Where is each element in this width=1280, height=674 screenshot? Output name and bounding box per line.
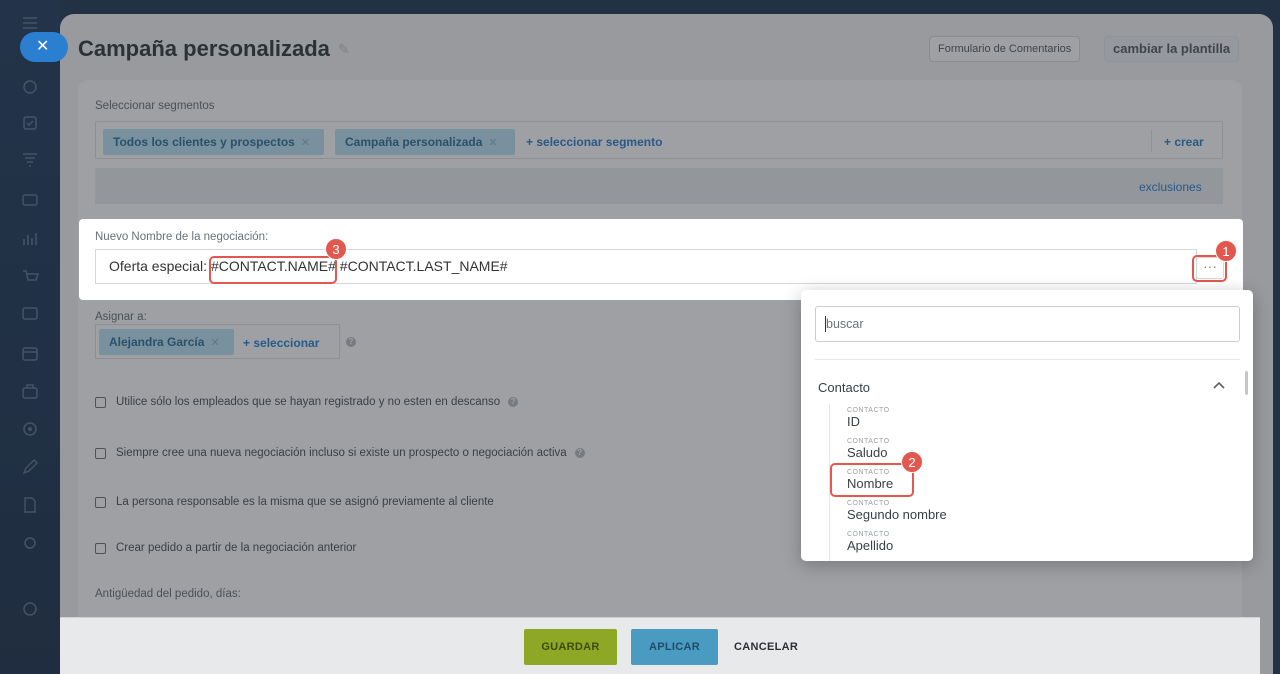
chevron-up-icon[interactable] — [1213, 378, 1225, 392]
field-name: Segundo nombre — [847, 507, 947, 522]
highlight-nombre-field — [830, 463, 914, 497]
field-name: Apellido — [847, 538, 894, 553]
field-category: CONTACTO — [847, 531, 890, 538]
field-item[interactable]: CONTACTO Saludo — [847, 438, 890, 460]
deal-name-label: Nuevo Nombre de la negociación: — [95, 231, 269, 243]
field-item[interactable]: CONTACTO Apellido — [847, 531, 893, 553]
divider — [815, 359, 1240, 360]
field-search-input[interactable]: buscar — [815, 306, 1240, 342]
field-category: CONTACTO — [847, 407, 890, 414]
save-button[interactable]: GUARDAR — [524, 629, 617, 665]
field-name: ID — [847, 414, 860, 429]
field-category: CONTACTO — [847, 500, 890, 507]
field-category: CONTACTO — [847, 438, 890, 445]
field-picker-popup: buscar Contacto CONTACTO ID CONTACTO Sal… — [801, 290, 1253, 561]
step-badge-1: 1 — [1215, 240, 1237, 262]
close-icon: ✕ — [36, 38, 50, 55]
field-name: Saludo — [847, 445, 888, 460]
step-badge-3: 3 — [325, 238, 347, 260]
apply-button[interactable]: APLICAR — [631, 629, 718, 665]
footer-bar: GUARDAR APLICAR CANCELAR — [60, 617, 1260, 674]
cancel-button[interactable]: CANCELAR — [734, 629, 798, 665]
step-badge-2: 2 — [901, 451, 923, 473]
scrollbar[interactable] — [1245, 371, 1248, 395]
field-item[interactable]: CONTACTO Segundo nombre — [847, 500, 947, 522]
highlight-contact-name — [209, 256, 337, 284]
group-header-contact[interactable]: Contacto — [818, 380, 870, 395]
close-slider-button[interactable]: ✕ — [20, 32, 68, 62]
field-item[interactable]: CONTACTO ID — [847, 407, 890, 429]
